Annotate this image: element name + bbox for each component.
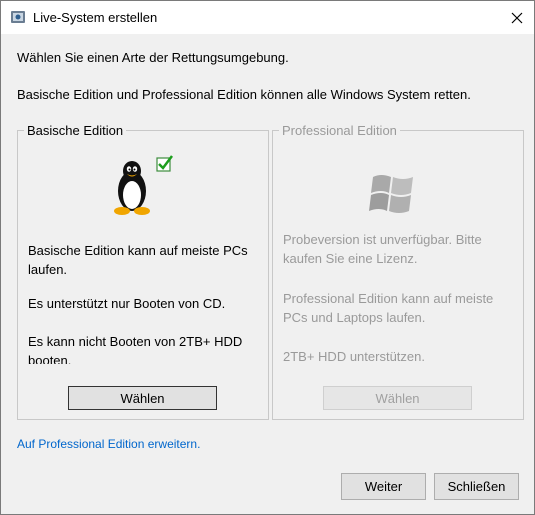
window-title: Live-System erstellen xyxy=(33,10,158,25)
professional-desc-3: 2TB+ HDD unterstützen. xyxy=(283,349,425,364)
app-icon xyxy=(11,11,25,23)
title-bar: Live-System erstellen xyxy=(1,1,534,34)
professional-edition-group: Professional Edition Probeversion ist un… xyxy=(272,123,524,420)
professional-desc-2: Professional Edition kann auf meiste PCs… xyxy=(283,291,494,325)
close-button[interactable] xyxy=(500,1,534,34)
professional-edition-legend: Professional Edition xyxy=(279,123,400,138)
basic-select-button[interactable]: Wählen xyxy=(68,386,217,410)
professional-desc-1: Probeversion ist unverfügbar. Bitte kauf… xyxy=(283,232,482,266)
dialog-window: Live-System erstellen Wählen Sie einen A… xyxy=(0,0,535,515)
next-button[interactable]: Weiter xyxy=(341,473,426,500)
basic-edition-legend: Basische Edition xyxy=(24,123,127,138)
professional-select-button[interactable]: Wählen xyxy=(323,386,472,410)
basic-desc-1: Basische Edition kann auf meiste PCs lau… xyxy=(28,243,248,277)
basic-desc-3: Es kann nicht Booten von 2TB+ HDD booten… xyxy=(28,334,243,364)
basic-edition-group: Basische Edition Basische Edition kann a… xyxy=(17,123,269,420)
close-icon xyxy=(511,12,523,23)
upgrade-link[interactable]: Auf Professional Edition erweitern. xyxy=(17,437,200,451)
windows-logo-icon xyxy=(369,175,413,213)
basic-desc-2: Es unterstützt nur Booten von CD. xyxy=(28,296,226,311)
intro-line-2: Basische Edition und Professional Editio… xyxy=(17,87,471,102)
intro-line-1: Wählen Sie einen Arte der Rettungsumgebu… xyxy=(17,50,289,65)
close-dialog-button[interactable]: Schließen xyxy=(434,473,519,500)
checkmark-icon xyxy=(156,155,173,172)
